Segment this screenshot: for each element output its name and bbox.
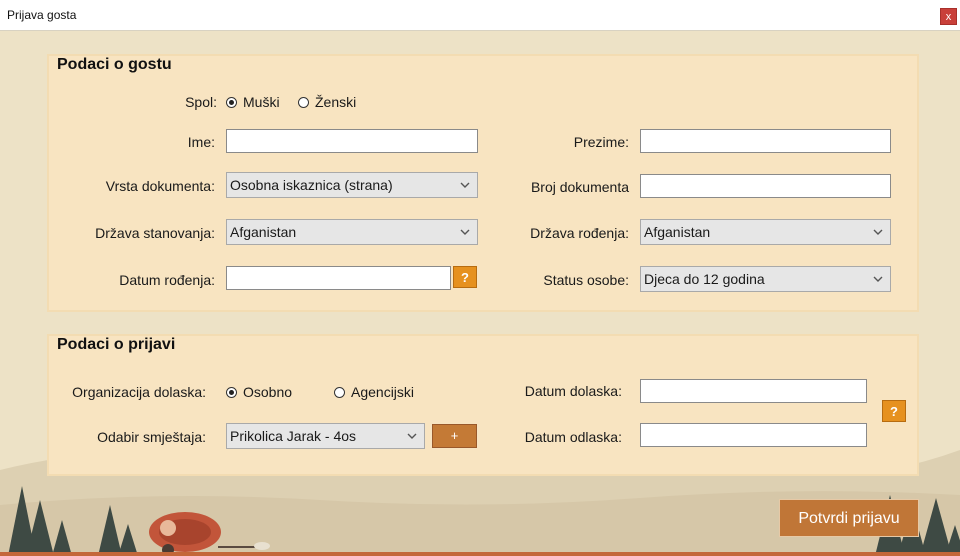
vrsta-dokumenta-value: Osobna iskaznica (strana) bbox=[230, 177, 393, 193]
drzava-stanovanja-label: Država stanovanja: bbox=[95, 225, 215, 241]
registration-section-title: Podaci o prijavi bbox=[57, 336, 176, 353]
ime-input[interactable] bbox=[226, 129, 478, 153]
datum-dolaska-input[interactable] bbox=[640, 379, 867, 403]
radio-selected-icon bbox=[226, 96, 237, 108]
chevron-down-icon bbox=[873, 276, 883, 282]
status-osobe-value: Djeca do 12 godina bbox=[644, 271, 765, 287]
add-smjestaj-button[interactable]: + bbox=[432, 424, 477, 448]
datum-odlaska-input[interactable] bbox=[640, 423, 867, 447]
datum-rodenja-input[interactable] bbox=[226, 266, 451, 290]
plus-icon: + bbox=[450, 428, 459, 443]
organizacija-radio-agencijski[interactable]: Agencijski bbox=[334, 384, 414, 400]
chevron-down-icon bbox=[460, 229, 470, 235]
question-icon: ? bbox=[890, 404, 898, 419]
chevron-down-icon bbox=[407, 433, 417, 439]
datum-rodenja-help-button[interactable]: ? bbox=[453, 266, 477, 288]
vrsta-dokumenta-label: Vrsta dokumenta: bbox=[105, 178, 215, 194]
prezime-input[interactable] bbox=[640, 129, 891, 153]
status-osobe-label: Status osobe: bbox=[543, 272, 629, 288]
spol-radio-zenski[interactable]: Ženski bbox=[298, 94, 356, 110]
ime-label: Ime: bbox=[187, 134, 215, 150]
datum-help-button[interactable]: ? bbox=[882, 400, 906, 422]
smjestaj-value: Prikolica Jarak - 4os bbox=[230, 428, 357, 444]
drzava-rodenja-select[interactable]: Afganistan bbox=[640, 219, 891, 245]
spol-option-muski-label: Muški bbox=[243, 94, 280, 110]
spol-radio-muski[interactable]: Muški bbox=[226, 94, 280, 110]
drzava-stanovanja-value: Afganistan bbox=[230, 224, 297, 240]
question-icon: ? bbox=[461, 270, 469, 285]
close-icon: x bbox=[945, 11, 952, 23]
datum-rodenja-label: Datum rođenja: bbox=[119, 272, 215, 288]
spol-option-zenski-label: Ženski bbox=[315, 94, 357, 110]
drzava-stanovanja-select[interactable]: Afganistan bbox=[226, 219, 478, 245]
window-title: Prijava gosta bbox=[7, 8, 77, 22]
broj-dokumenta-input[interactable] bbox=[640, 174, 891, 198]
radio-selected-icon bbox=[226, 386, 237, 398]
broj-dokumenta-label: Broj dokumenta bbox=[530, 179, 629, 195]
organizacija-option-osobno-label: Osobno bbox=[243, 384, 293, 400]
datum-odlaska-label: Datum odlaska: bbox=[524, 429, 622, 445]
status-osobe-select[interactable]: Djeca do 12 godina bbox=[640, 266, 891, 292]
organizacija-option-agencijski-label: Agencijski bbox=[351, 384, 415, 400]
window-titlebar: Prijava gosta x bbox=[0, 0, 960, 31]
smjestaj-label: Odabir smještaja: bbox=[97, 429, 206, 445]
spol-label: Spol: bbox=[185, 94, 217, 110]
potvrdi-prijavu-button[interactable]: Potvrdi prijavu bbox=[779, 499, 919, 537]
guest-panel: Podaci o gostu Spol: Muški Ženski Ime: P… bbox=[47, 54, 919, 312]
radio-unselected-icon bbox=[334, 386, 345, 398]
smjestaj-select[interactable]: Prikolica Jarak - 4os bbox=[226, 423, 425, 449]
organizacija-label: Organizacija dolaska: bbox=[72, 384, 206, 400]
registration-panel: Podaci o prijavi Organizacija dolaska: O… bbox=[47, 334, 919, 476]
datum-dolaska-label: Datum dolaska: bbox=[524, 383, 622, 399]
vrsta-dokumenta-select[interactable]: Osobna iskaznica (strana) bbox=[226, 172, 478, 198]
chevron-down-icon bbox=[873, 229, 883, 235]
guest-section-title: Podaci o gostu bbox=[57, 56, 172, 73]
prezime-label: Prezime: bbox=[573, 134, 629, 150]
radio-unselected-icon bbox=[298, 96, 309, 108]
organizacija-radio-osobno[interactable]: Osobno bbox=[226, 384, 292, 400]
drzava-rodenja-label: Država rođenja: bbox=[530, 225, 629, 241]
close-button[interactable]: x bbox=[940, 8, 957, 25]
chevron-down-icon bbox=[460, 182, 470, 188]
drzava-rodenja-value: Afganistan bbox=[644, 224, 711, 240]
